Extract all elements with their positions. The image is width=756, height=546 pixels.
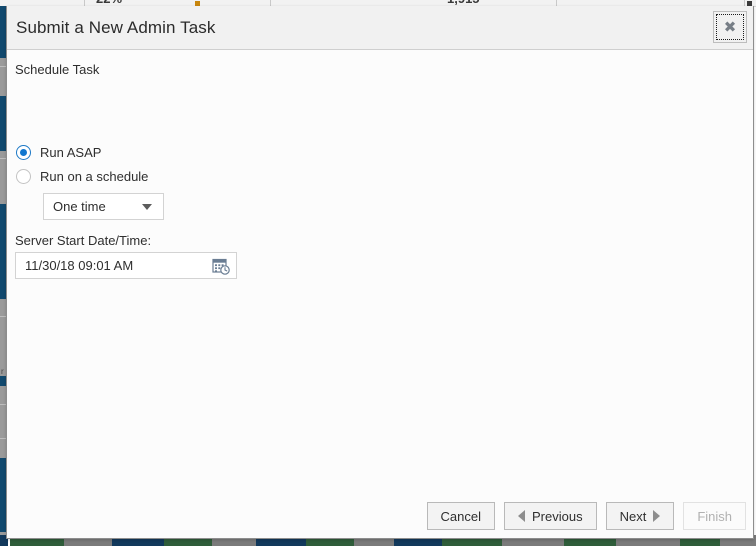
dialog-title: Submit a New Admin Task <box>16 17 216 37</box>
schedule-frequency-select[interactable]: One time <box>43 193 164 220</box>
previous-button-label: Previous <box>532 508 583 524</box>
server-start-datetime-label: Server Start Date/Time: <box>15 233 152 248</box>
schedule-frequency-value: One time <box>53 199 106 214</box>
chevron-right-icon <box>653 510 661 522</box>
previous-button[interactable]: Previous <box>504 502 597 530</box>
finish-button: Finish <box>683 502 746 530</box>
cancel-button-label: Cancel <box>440 508 481 524</box>
next-button-label: Next <box>619 508 647 524</box>
calendar-clock-icon[interactable] <box>212 257 230 275</box>
dialog-body: Schedule Task Run ASAP Run on a schedule… <box>7 50 753 538</box>
server-start-datetime-value[interactable]: 11/30/18 09:01 AM <box>25 258 212 273</box>
close-button[interactable]: ✖ <box>713 11 747 43</box>
radio-option-run-on-schedule[interactable]: Run on a schedule <box>16 169 148 184</box>
radio-option-run-asap[interactable]: Run ASAP <box>16 145 101 160</box>
server-start-datetime-field[interactable]: 11/30/18 09:01 AM <box>15 252 237 279</box>
finish-button-label: Finish <box>697 508 732 524</box>
dialog-header: Submit a New Admin Task ✖ <box>7 6 753 50</box>
radio-run-asap-indicator[interactable] <box>16 145 31 160</box>
chevron-down-icon <box>142 203 152 210</box>
chevron-left-icon <box>518 510 525 522</box>
radio-run-asap-label: Run ASAP <box>40 145 102 160</box>
radio-run-on-schedule-label: Run on a schedule <box>40 169 149 184</box>
schedule-task-label: Schedule Task <box>15 62 100 77</box>
next-button[interactable]: Next <box>605 502 675 530</box>
cancel-button[interactable]: Cancel <box>426 502 495 530</box>
dialog-footer: Cancel Previous Next Finish <box>426 502 746 530</box>
submit-admin-task-dialog: Submit a New Admin Task ✖ Schedule Task … <box>6 6 754 539</box>
radio-run-on-schedule-indicator[interactable] <box>16 169 31 184</box>
close-icon: ✖ <box>723 17 737 36</box>
page-root: 22% 1,915 r <box>0 0 756 546</box>
